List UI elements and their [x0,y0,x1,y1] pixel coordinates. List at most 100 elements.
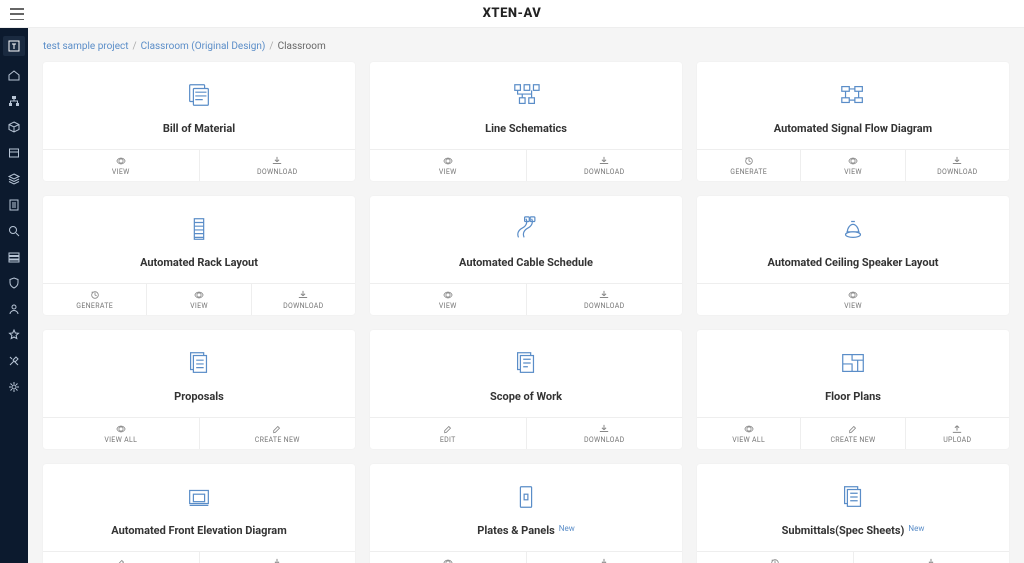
view-button[interactable]: VIEW [801,150,905,181]
view_all-icon [701,424,796,434]
view-button[interactable]: VIEW [147,284,251,315]
view-button[interactable]: VIEW [370,150,527,181]
card-title: Bill of Material [163,122,235,135]
download-button[interactable]: DOWNLOAD [854,552,1010,563]
sidebar-shield-icon[interactable] [7,276,21,290]
view-icon [805,156,900,166]
card-title: Scope of Work [490,390,562,403]
download-button[interactable]: DOWNLOAD [527,418,683,449]
upload-icon [910,424,1005,434]
download-icon [858,558,1006,563]
new-badge: New [908,524,924,533]
edit-icon [374,424,522,434]
action-label: DOWNLOAD [910,168,1005,176]
card-grid: Bill of MaterialVIEWDOWNLOADLine Schemat… [43,62,1009,563]
download-icon [204,156,352,166]
action-label: VIEW ALL [47,436,195,444]
action-label: GENERATE [47,302,142,310]
download-button[interactable]: DOWNLOAD [906,150,1009,181]
signal-flow-icon [835,80,871,110]
sidebar-stack-icon[interactable] [7,250,21,264]
create_new-button[interactable]: CREATE NEW [801,418,905,449]
breadcrumb-item-0[interactable]: test sample project [43,41,129,52]
action-label: VIEW [374,168,522,176]
card-schematics: Line Schematics VIEW DOWNLOAD [370,62,682,181]
topbar: XTEN-AV [0,0,1024,28]
action-label: VIEW [374,302,522,310]
action-label: VIEW [805,168,900,176]
breadcrumb-item-1[interactable]: Classroom (Original Design) [141,41,266,52]
edit-icon [47,558,195,563]
view-icon [374,558,522,563]
view-button[interactable]: VIEW [697,284,1009,315]
view_all-icon [47,424,195,434]
card-title: Plates & PanelsNew [477,524,574,537]
card-bill-of-material: Bill of Material VIEWDOWNLOAD [43,62,355,181]
card-title: Line Schematics [485,122,567,135]
upload-button[interactable]: UPLOAD [906,418,1009,449]
view_all-button[interactable]: VIEW ALL [43,418,200,449]
card-speaker: Automated Ceiling Speaker Layout VIEW [697,196,1009,315]
view-button[interactable]: VIEW [370,552,527,563]
hamburger-button[interactable] [10,8,24,20]
sidebar-hierarchy-icon[interactable] [7,94,21,108]
view-button[interactable]: VIEW [370,284,527,315]
download-button[interactable]: DOWNLOAD [200,552,356,563]
download-button[interactable]: DOWNLOAD [527,150,683,181]
scope-icon [508,348,544,378]
view_all-button[interactable]: VIEW ALL [697,418,801,449]
card-floorplan: Floor PlansVIEW ALLCREATE NEWUPLOAD [697,330,1009,449]
view-button[interactable]: VIEW [43,150,200,181]
generate-button[interactable]: GENERATE [43,284,147,315]
action-label: CREATE NEW [204,436,352,444]
action-label: VIEW ALL [701,436,796,444]
action-label: CREATE NEW [805,436,900,444]
sidebar-text-icon[interactable] [3,36,25,56]
sidebar-gear-icon[interactable] [7,380,21,394]
download-button[interactable]: DOWNLOAD [527,552,683,563]
action-label: GENERATE [701,168,796,176]
download-button[interactable]: DOWNLOAD [200,150,356,181]
card-title: Automated Cable Schedule [459,256,593,269]
download-button[interactable]: DOWNLOAD [527,284,683,315]
generate-button[interactable]: GENERATE [697,552,854,563]
card-elevation: Automated Front Elevation Diagram EDITDOW… [43,464,355,563]
edit-button[interactable]: EDIT [370,418,527,449]
sidebar-star-icon[interactable] [7,328,21,342]
download-icon [256,290,351,300]
download-icon [910,156,1005,166]
sidebar-layers-icon[interactable] [7,172,21,186]
sidebar-home-icon[interactable] [7,68,21,82]
generate-button[interactable]: GENERATE [697,150,801,181]
card-title: Automated Rack Layout [140,256,258,269]
generate-icon [701,558,849,563]
sidebar-search-icon[interactable] [7,224,21,238]
create_new-icon [805,424,900,434]
sidebar-package-icon[interactable] [7,146,21,160]
edit-button[interactable]: EDIT [43,552,200,563]
sidebar-tools-icon[interactable] [7,354,21,368]
download-button[interactable]: DOWNLOAD [252,284,355,315]
card-cable: Automated Cable Schedule VIEW DOWNLOAD [370,196,682,315]
create_new-button[interactable]: CREATE NEW [200,418,356,449]
cable-icon [508,214,544,244]
sidebar-page-icon[interactable] [7,198,21,212]
elevation-icon [181,482,217,512]
schematics-icon [508,80,544,110]
floorplan-icon [835,348,871,378]
sidebar [0,28,28,563]
action-label: DOWNLOAD [531,168,679,176]
rack-icon [181,214,217,244]
card-rack: Automated Rack Layout GENERATE VIEWDOWNLOA… [43,196,355,315]
view-icon [151,290,246,300]
card-title: Automated Front Elevation Diagram [111,524,286,537]
card-scope: Scope of Work EDITDOWNLOAD [370,330,682,449]
sidebar-person-icon[interactable] [7,302,21,316]
card-title: Automated Ceiling Speaker Layout [768,256,939,269]
download-icon [531,424,679,434]
sidebar-cube-icon[interactable] [7,120,21,134]
card-plates: Plates & PanelsNew VIEWDOWNLOAD [370,464,682,563]
breadcrumb: test sample project/Classroom (Original … [43,28,1009,62]
new-badge: New [559,524,575,533]
card-proposals: ProposalsVIEW ALLCREATE NEW [43,330,355,449]
